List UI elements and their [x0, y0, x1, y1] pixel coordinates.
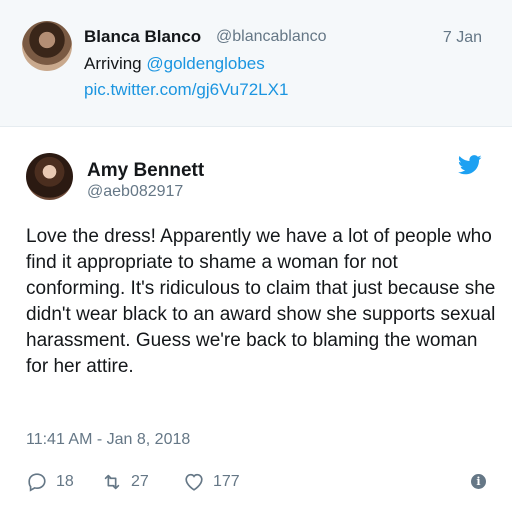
reply-icon	[28, 473, 46, 492]
retweet-count: 27	[131, 473, 149, 490]
author-name[interactable]: Blanca Blanco	[84, 27, 201, 47]
retweet-button[interactable]: 27	[101, 470, 149, 494]
parent-tweet[interactable]: Blanca Blanco @blancablanco 7 Jan Arrivi…	[0, 0, 512, 127]
avatar[interactable]	[26, 153, 73, 200]
like-icon	[185, 473, 203, 491]
mention-link[interactable]: @goldenglobes	[146, 54, 264, 73]
tweet-text-prefix: Arriving	[84, 54, 147, 73]
tweet-timestamp[interactable]: 11:41 AM - Jan 8, 2018	[26, 431, 190, 449]
author-handle[interactable]: @aeb082917	[87, 183, 183, 201]
reply-button[interactable]: 18	[26, 470, 74, 494]
reply-count: 18	[56, 473, 74, 490]
tweet-date[interactable]: 7 Jan	[443, 29, 482, 47]
author-name[interactable]: Amy Bennett	[87, 160, 204, 182]
like-button[interactable]: 177	[183, 470, 240, 494]
author-handle[interactable]: @blancablanco	[216, 28, 327, 46]
avatar[interactable]	[22, 21, 72, 71]
twitter-bird-icon[interactable]	[458, 155, 482, 175]
retweet-icon	[104, 474, 120, 490]
info-icon[interactable]: i	[471, 474, 486, 489]
tweet-body: Love the dress! Apparently we have a lot…	[26, 226, 496, 377]
main-tweet: Amy Bennett @aeb082917 Love the dress! A…	[0, 127, 512, 508]
like-count: 177	[213, 473, 240, 490]
tweet-text: Arriving @goldenglobes	[84, 54, 265, 74]
tweet-actions: 18 27 177	[26, 470, 486, 494]
media-link[interactable]: pic.twitter.com/gj6Vu72LX1	[84, 80, 288, 100]
